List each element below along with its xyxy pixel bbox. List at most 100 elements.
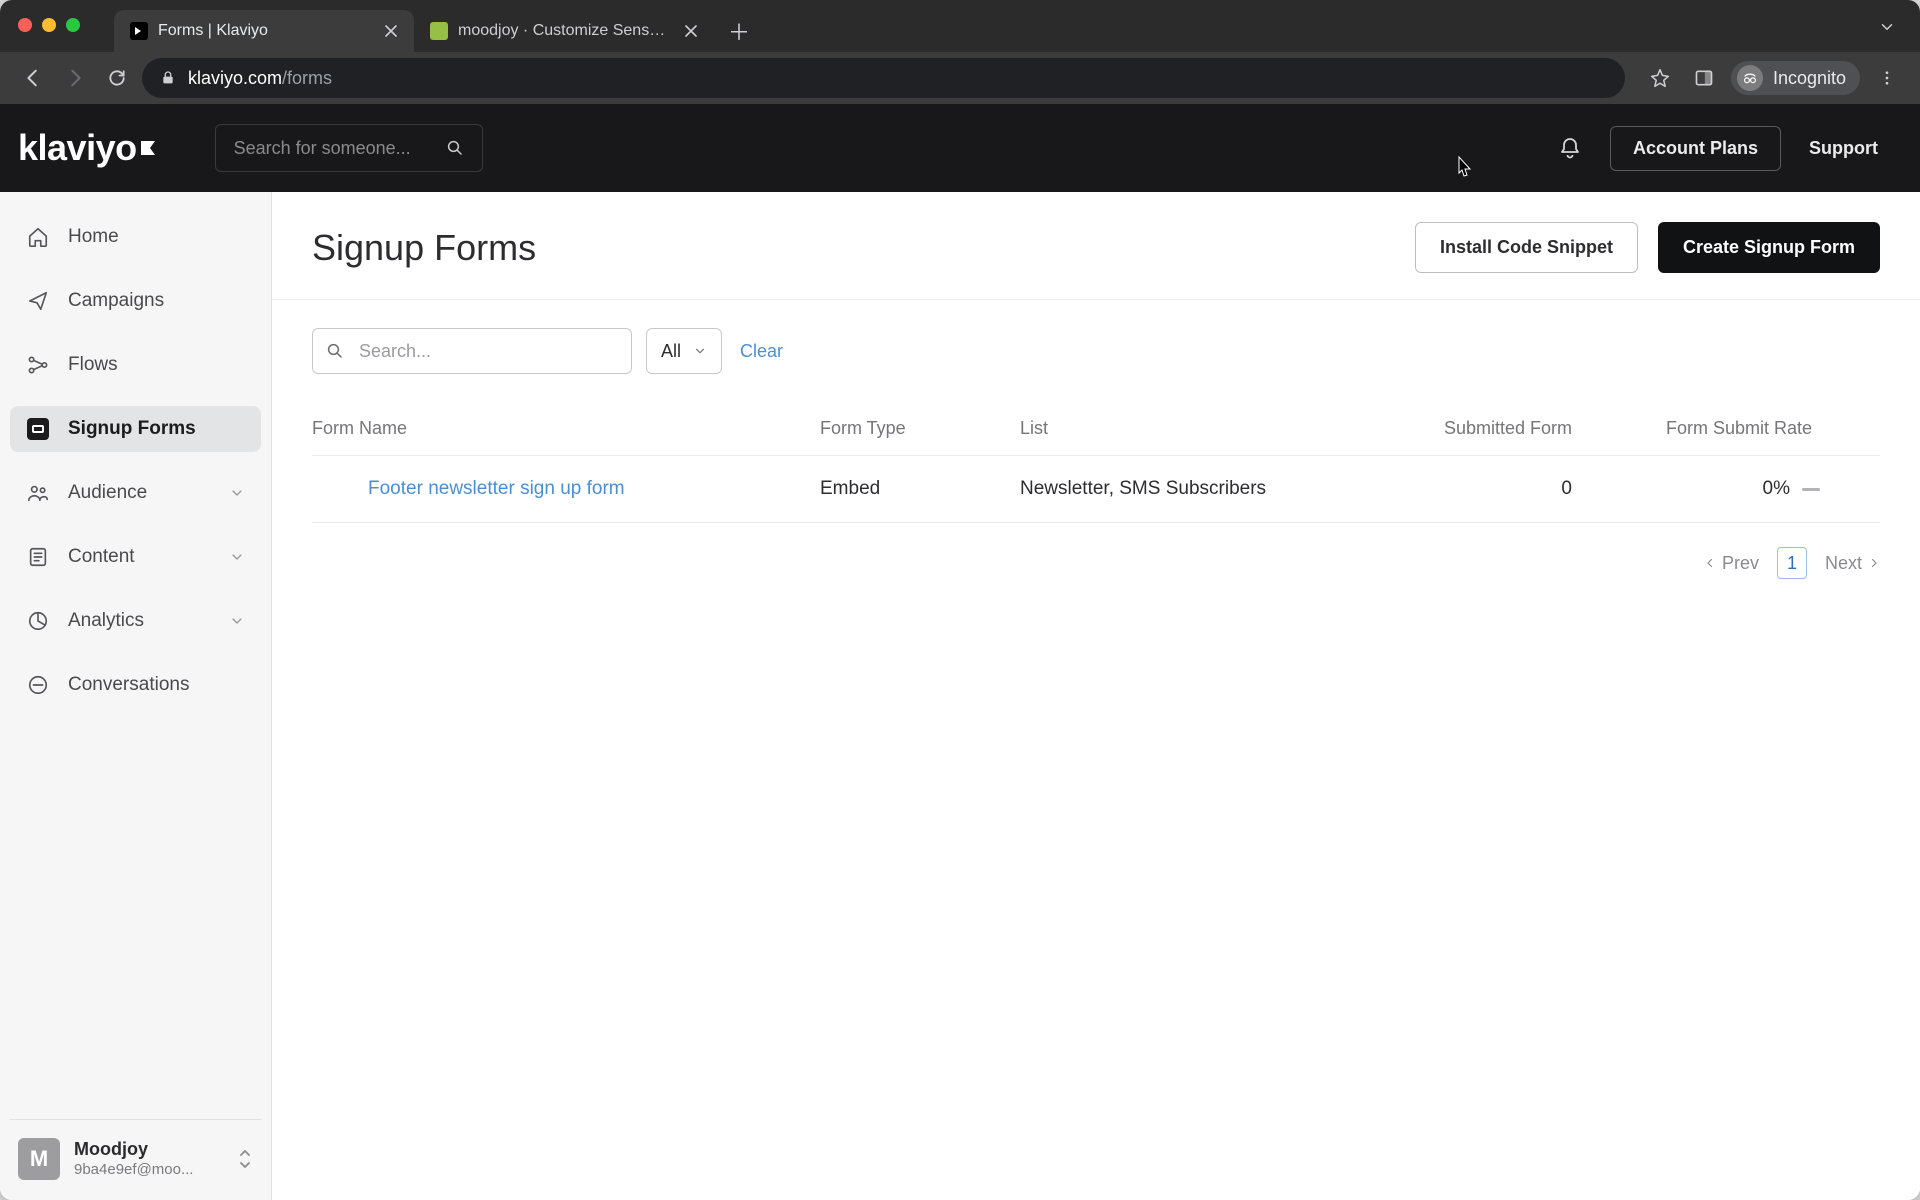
incognito-badge[interactable]: Incognito [1731,61,1860,95]
url-path: /forms [282,68,332,88]
cell-type: Embed [820,478,1020,500]
clear-filters-link[interactable]: Clear [740,341,783,362]
incognito-icon [1737,65,1763,91]
sidebar-item-label: Audience [68,482,147,504]
column-header-type[interactable]: Form Type [820,418,1020,439]
sidebar-item-home[interactable]: Home [10,214,261,260]
table-row[interactable]: Footer newsletter sign up form Embed New… [312,456,1880,523]
url-text: klaviyo.com/forms [188,68,332,89]
browser-menu-icon[interactable] [1870,61,1904,95]
klaviyo-logo[interactable]: klaviyo [18,127,159,169]
create-form-button[interactable]: Create Signup Form [1658,222,1880,273]
tab-overflow-icon[interactable] [1878,18,1896,36]
minimize-window-icon[interactable] [42,18,56,32]
logo-text: klaviyo [18,127,137,169]
notifications-icon[interactable] [1558,136,1582,160]
sidebar-item-analytics[interactable]: Analytics [10,598,261,644]
search-icon [326,328,344,374]
sidebar-item-campaigns[interactable]: Campaigns [10,278,261,324]
column-header-submitted[interactable]: Submitted Form [1360,418,1580,439]
chevron-down-icon [229,485,245,501]
close-tab-icon[interactable] [382,22,400,40]
reload-button[interactable] [100,61,134,95]
window-controls[interactable] [18,18,80,32]
account-plans-button[interactable]: Account Plans [1610,126,1781,171]
type-filter-label: All [661,341,681,362]
column-header-name[interactable]: Form Name [312,418,820,439]
forms-search [312,328,632,374]
logo-flag-icon [141,141,159,155]
lock-icon [160,70,176,86]
pager-next-label: Next [1825,553,1862,574]
analytics-icon [26,610,50,632]
browser-tab-active[interactable]: Forms | Klaviyo [114,10,414,52]
account-name: Moodjoy [74,1138,193,1161]
column-header-list[interactable]: List [1020,418,1360,439]
chevron-updown-icon [237,1148,253,1170]
cell-rate: 0% [1763,478,1790,500]
close-window-icon[interactable] [18,18,32,32]
pager-prev[interactable]: Prev [1704,553,1759,574]
install-code-button[interactable]: Install Code Snippet [1415,222,1638,273]
sidebar-item-label: Home [68,226,119,248]
cell-list: Newsletter, SMS Subscribers [1020,478,1360,500]
sidebar-item-label: Flows [68,354,118,376]
url-host: klaviyo.com [188,68,282,88]
browser-tab[interactable]: moodjoy · Customize Sense · S [414,10,714,52]
new-tab-button[interactable]: ＋ [722,14,756,48]
sidebar-item-label: Analytics [68,610,144,632]
trend-flat-icon [1802,488,1820,491]
form-icon [26,418,50,440]
pager-next[interactable]: Next [1825,553,1880,574]
sidebar-item-label: Content [68,546,135,568]
sidebar-item-label: Conversations [68,674,189,696]
home-icon [26,226,50,248]
type-filter-dropdown[interactable]: All [646,328,722,374]
main-content: Signup Forms Install Code Snippet Create… [272,192,1920,1200]
close-tab-icon[interactable] [682,22,700,40]
forward-button[interactable] [58,61,92,95]
sidebar-item-signup-forms[interactable]: Signup Forms [10,406,261,452]
tab-title: Forms | Klaviyo [158,22,372,40]
shopify-favicon-icon [430,22,448,40]
browser-toolbar: klaviyo.com/forms Incognito [0,52,1920,104]
support-link[interactable]: Support [1809,138,1878,159]
sidebar-item-flows[interactable]: Flows [10,342,261,388]
send-icon [26,290,50,312]
chevron-down-icon [229,549,245,565]
conversations-icon [26,674,50,696]
sidebar-item-conversations[interactable]: Conversations [10,662,261,708]
address-bar[interactable]: klaviyo.com/forms [142,58,1625,98]
account-email: 9ba4e9ef@moo... [74,1161,193,1180]
sidebar-item-audience[interactable]: Audience [10,470,261,516]
klaviyo-favicon-icon [130,22,148,40]
column-header-rate[interactable]: Form Submit Rate [1580,418,1820,439]
chevron-down-icon [693,344,707,358]
page-title: Signup Forms [312,227,536,269]
bookmark-icon[interactable] [1643,61,1677,95]
flows-icon [26,354,50,376]
fullscreen-window-icon[interactable] [66,18,80,32]
content-icon [26,546,50,568]
sidebar-item-label: Signup Forms [68,418,196,440]
back-button[interactable] [16,61,50,95]
form-name-link[interactable]: Footer newsletter sign up form [368,478,625,499]
table-header: Form Name Form Type List Submitted Form … [312,408,1880,456]
browser-tabs: Forms | Klaviyo moodjoy · Customize Sens… [114,0,756,52]
pager-page-current[interactable]: 1 [1777,547,1807,579]
forms-table: Form Name Form Type List Submitted Form … [272,384,1920,523]
app-header: klaviyo Account Plans Support [0,104,1920,192]
global-search [215,124,483,172]
account-switcher[interactable]: M Moodjoy 9ba4e9ef@moo... [10,1119,261,1200]
tab-title: moodjoy · Customize Sense · S [458,22,672,40]
sidebar-item-content[interactable]: Content [10,534,261,580]
forms-search-input[interactable] [312,328,632,374]
panel-icon[interactable] [1687,61,1721,95]
sidebar: Home Campaigns Flows [0,192,272,1200]
cell-submitted: 0 [1360,478,1580,500]
avatar: M [18,1138,60,1180]
search-button[interactable] [437,124,473,172]
chevron-down-icon [229,613,245,629]
pagination: Prev 1 Next [272,523,1920,579]
pager-prev-label: Prev [1722,553,1759,574]
